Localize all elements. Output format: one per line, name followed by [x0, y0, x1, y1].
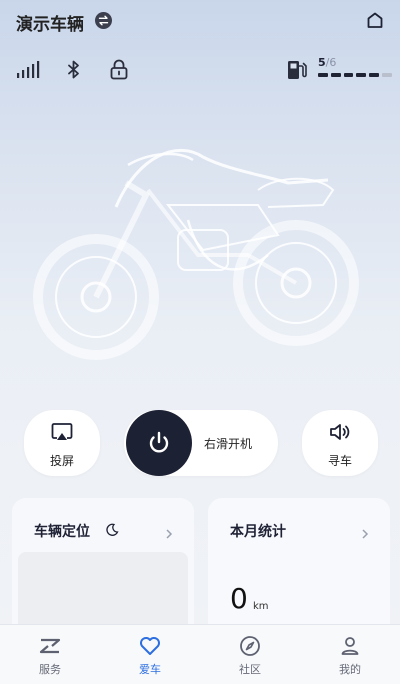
- find-label: 寻车: [327, 454, 352, 468]
- stats-title: 本月统计: [230, 524, 286, 540]
- heart-icon: [138, 634, 162, 658]
- tab-label: 社区: [239, 663, 261, 676]
- chevron-right-icon: [164, 524, 174, 539]
- monthly-stats-card[interactable]: 本月统计 0 km: [208, 498, 390, 638]
- top-bar: 演示车辆: [0, 0, 400, 44]
- location-title: 车辆定位: [34, 524, 90, 540]
- compass-icon: [238, 634, 262, 658]
- fuel-segment: [369, 73, 380, 77]
- fuel-segment: [330, 73, 341, 77]
- tab-label: 服务: [39, 663, 61, 676]
- tab-label: 爱车: [139, 663, 161, 676]
- fuel-segment: [382, 73, 392, 77]
- motorcycle-image: [28, 135, 368, 375]
- mileage-value: 0: [230, 582, 248, 615]
- power-icon: [149, 431, 169, 453]
- vehicle-title[interactable]: 演示车辆: [16, 10, 84, 35]
- chevron-right-icon: [360, 524, 370, 539]
- lock-icon[interactable]: [107, 58, 131, 82]
- fuel-total: /6: [325, 56, 337, 69]
- tab-my-car[interactable]: 爱车: [100, 625, 200, 684]
- fuel-readout: 5/6: [318, 56, 336, 69]
- bluetooth-icon[interactable]: [62, 58, 86, 82]
- bottom-tab-bar: 服务 爱车 社区 我的: [0, 624, 400, 684]
- cast-icon: [50, 420, 74, 444]
- find-vehicle-button[interactable]: 寻车: [302, 410, 378, 476]
- tab-service[interactable]: 服务: [0, 625, 100, 684]
- speaker-icon: [328, 420, 352, 444]
- fuel-pump-icon: [285, 58, 309, 82]
- fuel-segment: [343, 73, 354, 77]
- status-row: 5/6: [0, 52, 400, 86]
- moon-icon: [105, 522, 119, 536]
- slide-to-start[interactable]: 右滑开机: [124, 410, 278, 476]
- service-icon: [38, 634, 62, 658]
- vehicle-location-card[interactable]: 车辆定位: [12, 498, 194, 642]
- slide-label: 右滑开机: [204, 437, 253, 451]
- mileage-unit: km: [253, 601, 269, 612]
- swap-icon[interactable]: [95, 12, 112, 29]
- tab-community[interactable]: 社区: [200, 625, 300, 684]
- fuel-segment: [318, 73, 328, 77]
- cast-screen-button[interactable]: 投屏: [24, 410, 100, 476]
- fuel-level: 5: [318, 56, 326, 69]
- tab-profile[interactable]: 我的: [300, 625, 400, 684]
- home-icon[interactable]: [366, 11, 384, 29]
- tab-label: 我的: [339, 663, 361, 676]
- power-knob[interactable]: [126, 410, 192, 476]
- fuel-segment: [356, 73, 367, 77]
- fuel-gauge: [318, 73, 392, 77]
- cast-label: 投屏: [49, 454, 74, 468]
- signal-bars-icon: [16, 58, 40, 82]
- person-icon: [338, 634, 362, 658]
